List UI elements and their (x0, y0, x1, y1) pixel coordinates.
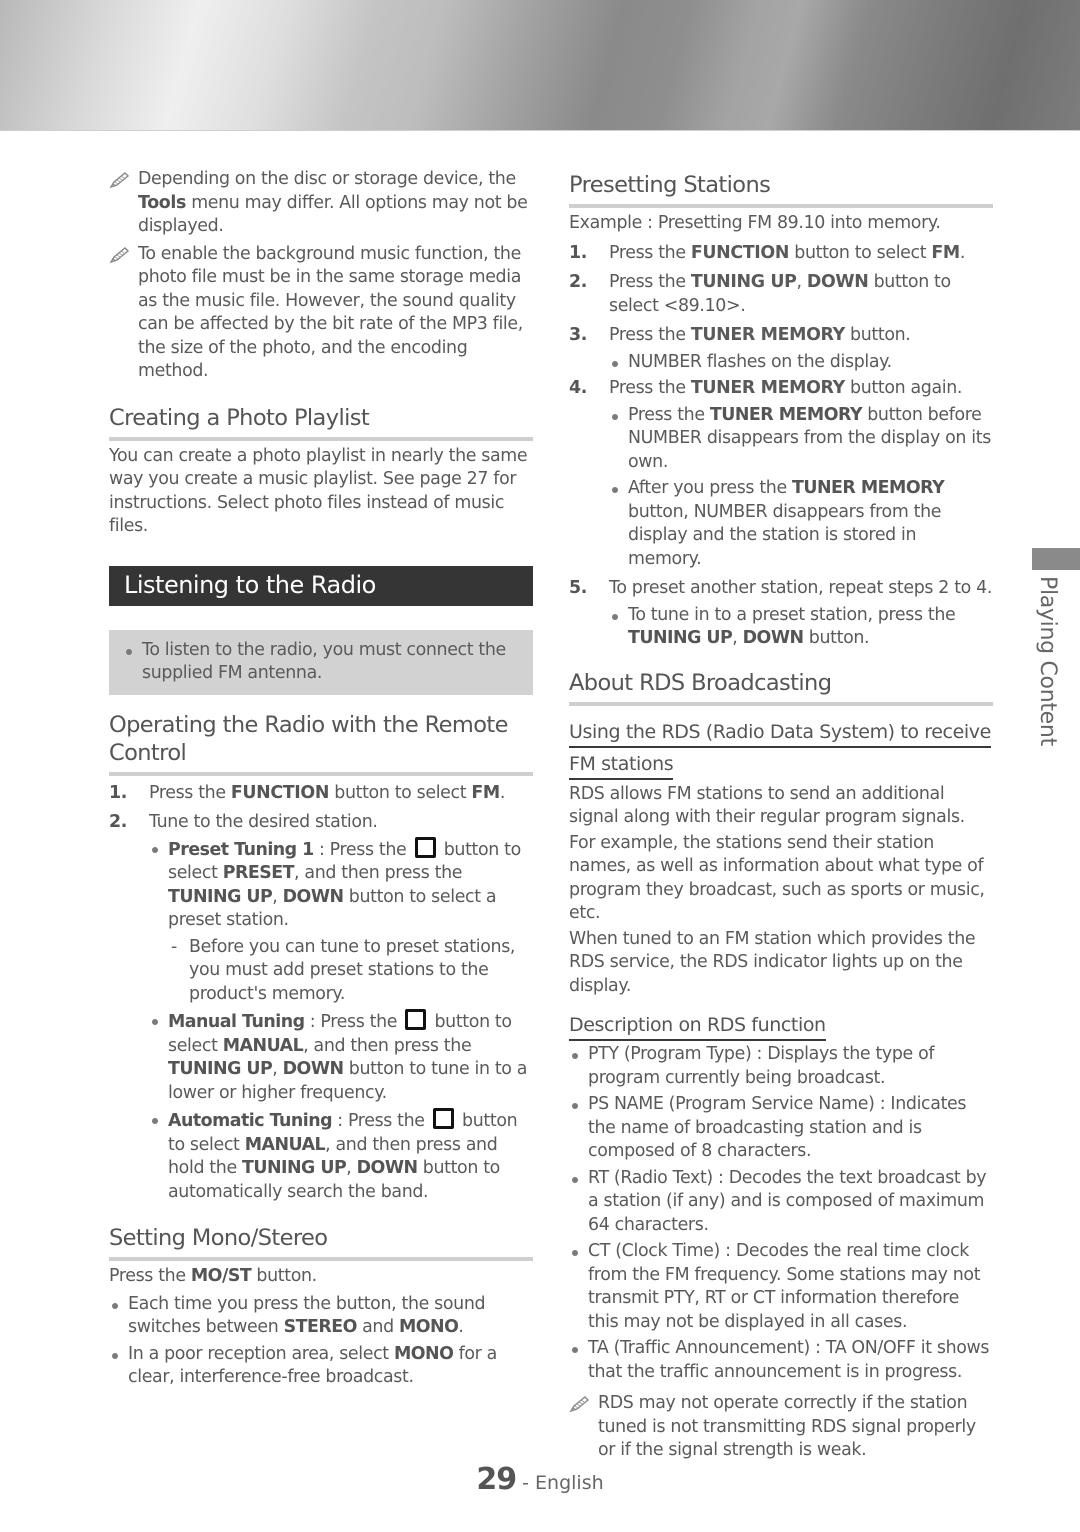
list-item: To tune in to a preset station, press th… (609, 604, 993, 651)
note: RDS may not operate correctly if the sta… (569, 1392, 993, 1463)
step-3: 3. Press the TUNER MEMORY button. (569, 325, 911, 345)
list-item: In a poor reception area, select MONO fo… (109, 1343, 533, 1390)
step-5: 5. To preset another station, repeat step… (569, 578, 993, 598)
step-1: 1. Press the FUNCTION button to select FM… (109, 782, 506, 803)
rds-item-ct: CT (Clock Time) : Decodes the real time … (569, 1240, 993, 1334)
subsection-title-using-rds: Using the RDS (Radio Data System) to rec… (569, 719, 991, 748)
note: To enable the background music function,… (109, 243, 533, 384)
list-item-automatic-tuning: Automatic Tuning : Press the button to s… (149, 1108, 533, 1204)
header-banner (0, 0, 1080, 131)
photo-playlist-body: You can create a photo playlist in nearl… (109, 445, 528, 537)
list-item: To listen to the radio, you must connect… (123, 639, 523, 686)
mono-intro: Press the MO/ST button. (109, 1266, 317, 1286)
rds-item-ps-name: PS NAME (Program Service Name) : Indicat… (569, 1093, 993, 1164)
remote-button-icon (414, 836, 436, 858)
pencil-note-icon (109, 172, 130, 189)
note: Depending on the disc or storage device,… (109, 168, 533, 239)
chapter-side-tab (1032, 548, 1080, 570)
rds-item-rt: RT (Radio Text) : Decodes the text broad… (569, 1167, 993, 1238)
rds-paragraph: When tuned to an FM station which provid… (569, 928, 976, 996)
subsection-title-fm-stations: FM stations (569, 751, 674, 780)
section-title-operating-radio: Operating the Radio with the Remote Cont… (109, 711, 533, 776)
radio-note-box: To listen to the radio, you must connect… (109, 629, 533, 695)
step-1: 1. Press the FUNCTION button to select FM… (569, 242, 966, 263)
page-number: 29 (476, 1462, 517, 1497)
rds-paragraph: For example, the stations send their sta… (569, 832, 985, 924)
remote-button-icon (405, 1009, 427, 1030)
step-4: 4. Press the TUNER MEMORY button again. (569, 378, 963, 398)
page-language: English (535, 1472, 604, 1494)
pencil-note-icon (569, 1396, 590, 1413)
list-item-preset-tuning: Preset Tuning 1 : Press the button to se… (149, 836, 533, 933)
right-column: Presetting Stations Example : Presetting… (569, 171, 993, 1467)
dash-item: - Before you can tune to preset stations,… (171, 936, 516, 1004)
list-item-manual-tuning: Manual Tuning : Press the button to sele… (149, 1009, 533, 1105)
rds-item-pty: PTY (Program Type) : Displays the type o… (569, 1043, 993, 1090)
section-title-presetting-stations: Presetting Stations (569, 171, 993, 208)
presetting-example: Example : Presetting FM 89.10 into memor… (569, 213, 941, 233)
section-title-photo-playlist: Creating a Photo Playlist (109, 404, 533, 441)
page-footer: 29 - English (0, 1462, 1080, 1497)
list-item: Each time you press the button, the soun… (109, 1293, 533, 1340)
left-column: Depending on the disc or storage device,… (109, 168, 533, 1390)
page-separator: - (516, 1472, 536, 1494)
step-2: 2. Tune to the desired station. (109, 812, 378, 832)
section-title-mono-stereo: Setting Mono/Stereo (109, 1224, 533, 1261)
subsection-title-rds-function: Description on RDS function (569, 1012, 826, 1041)
rds-paragraph: RDS allows FM stations to send an additi… (569, 783, 965, 828)
chapter-title-radio: Listening to the Radio (109, 565, 533, 606)
remote-button-icon (432, 1108, 454, 1129)
step-2: 2. Press the TUNING UP, DOWN button to se… (569, 272, 951, 316)
list-item: After you press the TUNER MEMORY button,… (609, 477, 993, 571)
list-item: Press the TUNER MEMORY button before NUM… (609, 404, 993, 475)
rds-item-ta: TA (Traffic Announcement) : TA ON/OFF it… (569, 1337, 993, 1384)
pencil-note-icon (109, 246, 130, 263)
list-item: NUMBER flashes on the display. (609, 351, 993, 375)
section-title-rds: About RDS Broadcasting (569, 669, 993, 706)
chapter-side-label: Playing Content (1035, 576, 1060, 746)
